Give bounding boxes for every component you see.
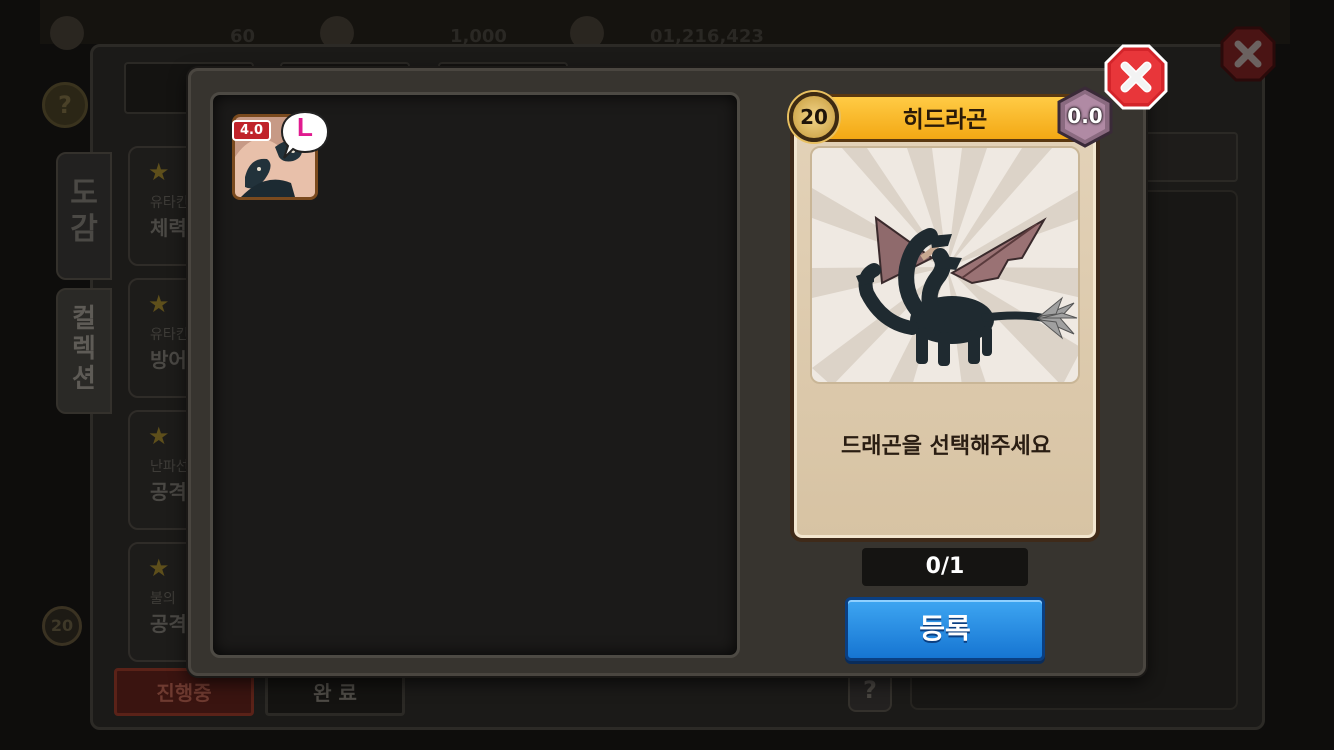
- currency-bar: 60 1,000 01,216,423: [40, 0, 1290, 50]
- close-icon: [1104, 44, 1168, 110]
- level-value: 20: [800, 105, 828, 129]
- close-icon[interactable]: [1220, 26, 1276, 82]
- help-icon[interactable]: ?: [42, 82, 88, 128]
- close-button[interactable]: [1104, 44, 1168, 110]
- quest-main: 방어: [150, 348, 187, 372]
- select-dragon-message: 드래곤을 선택해주세요: [840, 434, 1052, 459]
- star-icon: ★: [148, 422, 170, 450]
- dragon-name: 히드라곤: [902, 107, 988, 133]
- quest-main: 체력: [150, 216, 187, 240]
- grade-badge: L: [278, 108, 332, 162]
- quest-sub: 난파선: [150, 459, 189, 475]
- star-icon: ★: [148, 290, 170, 318]
- quest-sub: 유타킨: [150, 195, 189, 211]
- star-icon: ★: [148, 554, 170, 582]
- slot-score-badge: 4.0: [232, 120, 272, 141]
- side-tab-encyclopedia[interactable]: 도감: [56, 152, 112, 280]
- star-icon: ★: [148, 158, 170, 186]
- registered-count: 0/1: [862, 548, 1028, 586]
- grade-letter: L: [297, 112, 313, 142]
- register-button[interactable]: 등록: [845, 597, 1045, 661]
- hydragon-dragon-art: [812, 148, 1078, 382]
- gem-icon: [50, 16, 84, 50]
- quest-main: 공격: [150, 612, 187, 636]
- quest-main: 공격: [150, 480, 187, 504]
- side-tab-collection[interactable]: 컬렉션: [56, 288, 112, 414]
- level-badge: 20: [42, 606, 82, 646]
- panel-strip: [1140, 132, 1238, 182]
- dragon-art: [810, 146, 1080, 384]
- quest-sub: 불의: [150, 591, 176, 607]
- level-badge: 20: [789, 92, 839, 142]
- quest-sub: 유타킨: [150, 327, 189, 343]
